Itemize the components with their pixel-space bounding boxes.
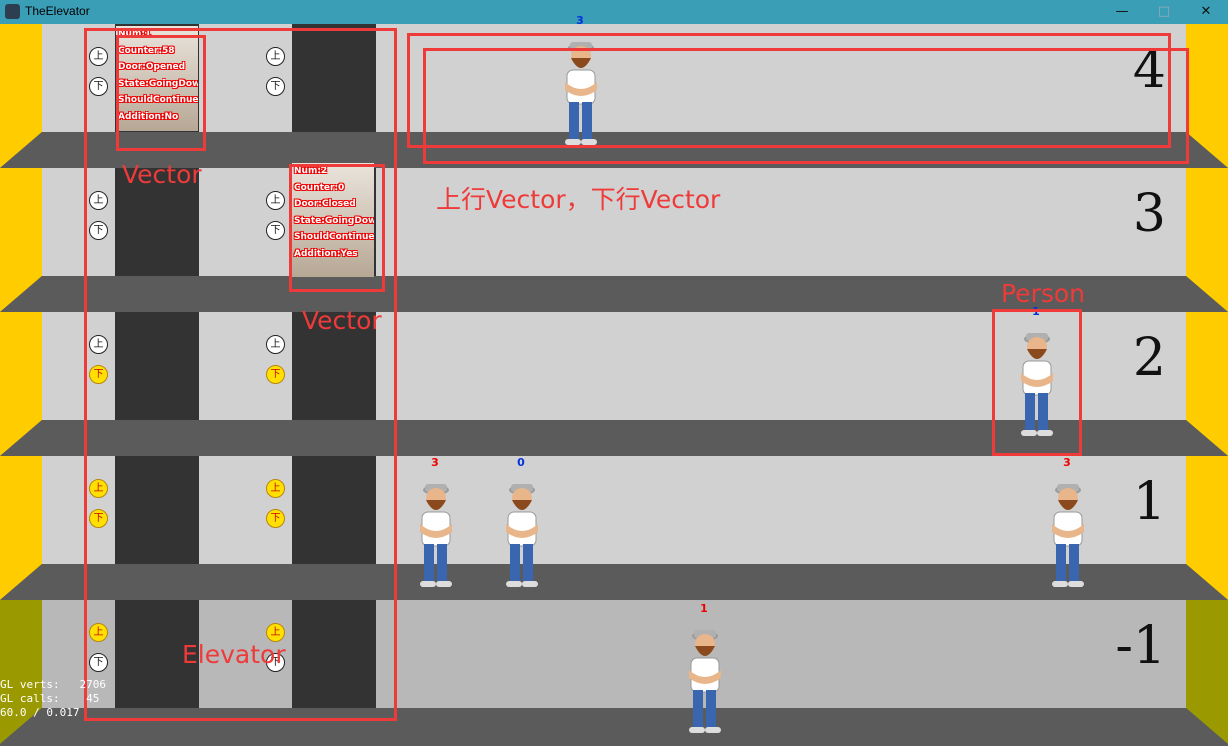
building-scene: 4 上 下 上 下 3 上 下 上 下 2 上 下 上 下 1 上 下 上 下 … <box>0 14 1228 745</box>
gl-calls-stat: GL calls: 45 <box>0 692 100 705</box>
person-sprite[interactable]: 1 <box>677 602 731 742</box>
window-titlebar: TheElevator — □ ✕ <box>0 0 1228 24</box>
down-queue-annotation-box <box>423 48 1189 164</box>
maximize-button[interactable]: □ <box>1143 0 1185 24</box>
minimize-button[interactable]: — <box>1101 0 1143 24</box>
window-title: TheElevator <box>25 4 90 18</box>
person-sprite[interactable]: 3 <box>1040 456 1094 596</box>
person-figure <box>1052 484 1084 587</box>
vector-label-2: Vector <box>302 306 382 335</box>
app-icon <box>5 4 20 19</box>
person-annotation-box <box>992 309 1082 456</box>
person-figure <box>420 484 452 587</box>
vector-annotation-box-1 <box>116 35 206 151</box>
elevator-label: Elevator <box>182 640 286 669</box>
person-sprite[interactable]: 0 <box>494 456 548 596</box>
person-target-label: 3 <box>576 14 584 27</box>
floor-number: 3 <box>1132 184 1166 244</box>
person-label: Person <box>1001 279 1086 308</box>
floor-number: 1 <box>1132 472 1166 532</box>
close-button[interactable]: ✕ <box>1185 0 1227 24</box>
vector-label-1: Vector <box>122 160 202 189</box>
person-target-label: 0 <box>517 456 525 469</box>
person-target-label: 3 <box>431 456 439 469</box>
person-figure <box>506 484 538 587</box>
queue-vector-label: 上行Vector，下行Vector <box>436 185 721 214</box>
vector-annotation-box-2 <box>289 164 385 292</box>
gl-stats-overlay: GL verts: 2706 GL calls: 45 60.0 / 0.017 <box>0 678 106 720</box>
person-sprite[interactable]: 3 <box>408 456 462 596</box>
floor-number: 2 <box>1132 328 1166 388</box>
person-figure <box>689 630 721 733</box>
floor-number: -1 <box>1115 616 1166 676</box>
person-target-label: 1 <box>700 602 708 615</box>
fps-stat: 60.0 / 0.017 <box>0 706 80 719</box>
gl-verts-stat: GL verts: 2706 <box>0 678 106 691</box>
person-target-label: 3 <box>1063 456 1071 469</box>
